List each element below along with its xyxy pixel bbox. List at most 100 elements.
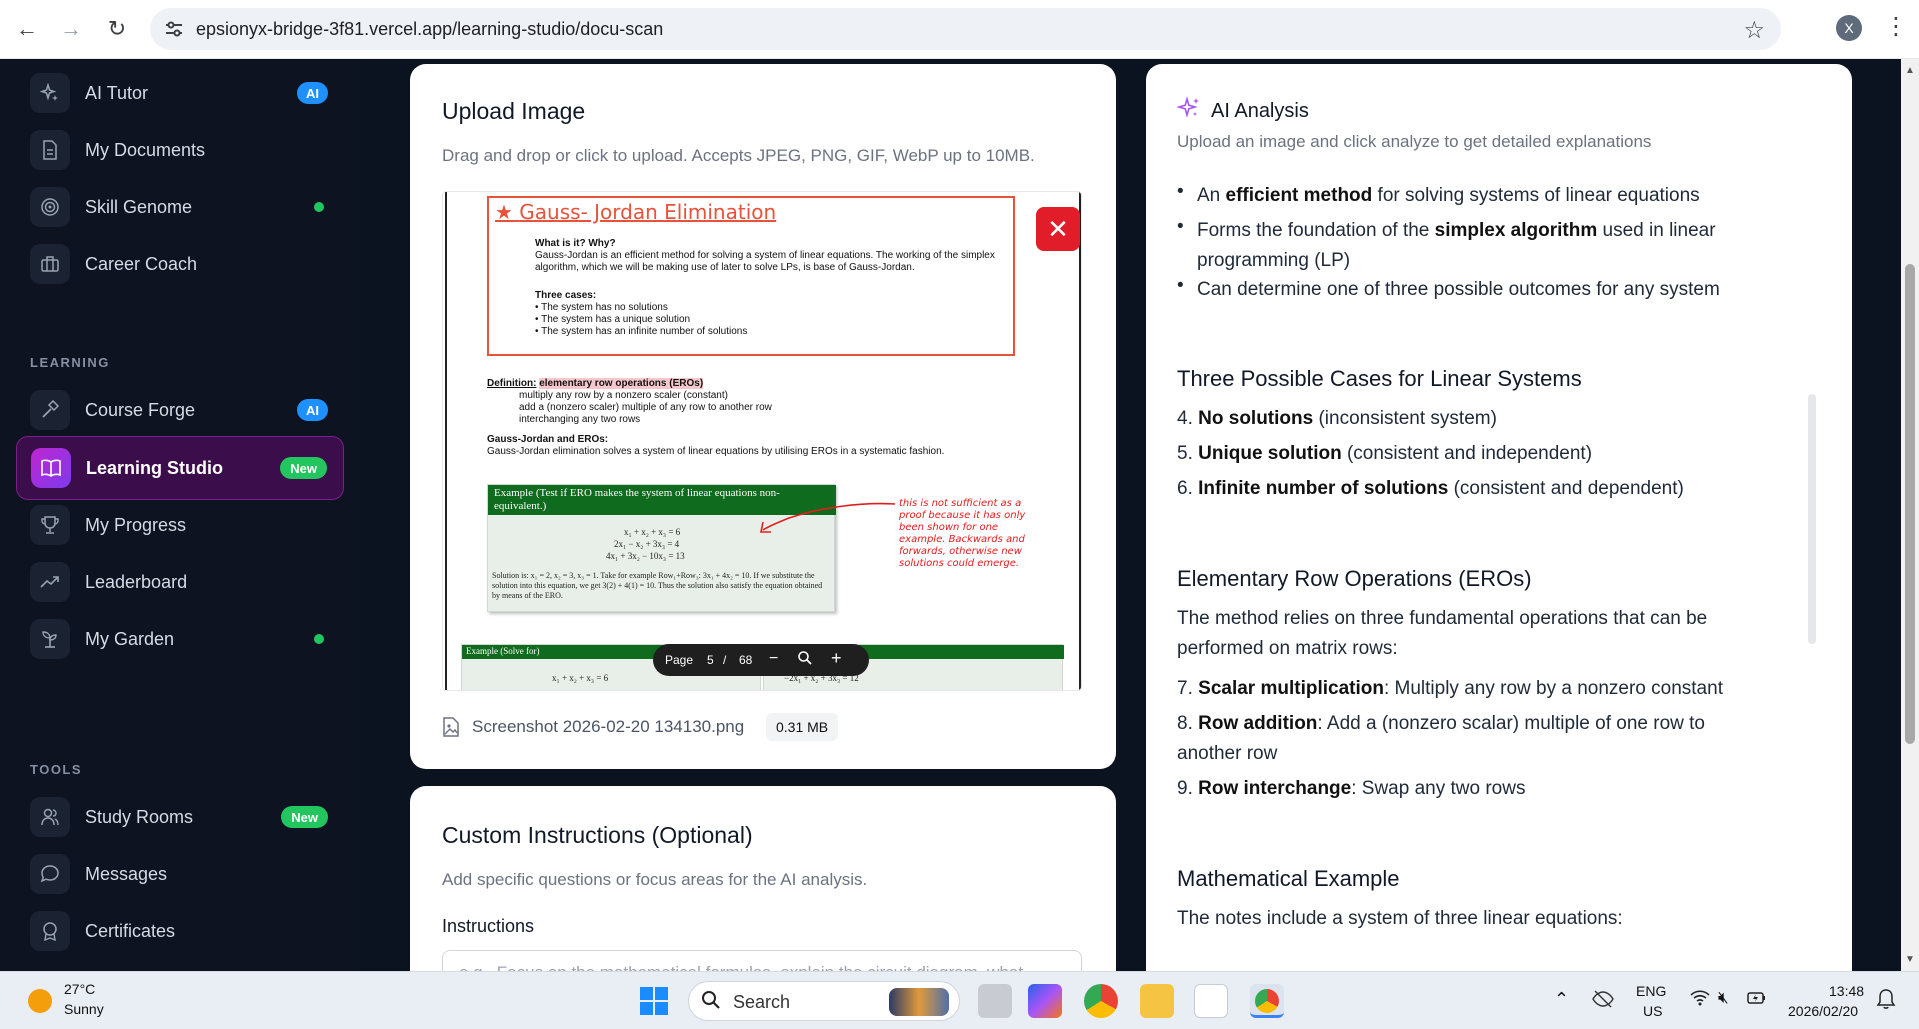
page-viewer-controls: Page 5 / 68 − + [653, 644, 869, 676]
weather-temp[interactable]: 27°C [64, 981, 95, 997]
file-name: Screenshot 2026-02-20 134130.png [472, 717, 745, 736]
clock-date[interactable]: 2026/02/20 [1788, 1003, 1858, 1019]
store-icon[interactable] [1194, 984, 1228, 1018]
scrollbar-thumb[interactable] [1905, 264, 1915, 744]
new-badge: New [280, 457, 327, 479]
ero-item: 7. Scalar multiplication: Multiply any r… [1177, 678, 1723, 699]
windows-start-icon[interactable] [640, 987, 668, 1015]
users-icon [30, 797, 70, 837]
search-icon [701, 990, 721, 1016]
sparkle-icon [30, 73, 70, 113]
reload-icon[interactable]: ↻ [102, 14, 132, 44]
copilot-icon[interactable] [1028, 984, 1062, 1018]
zoom-search-icon[interactable] [797, 650, 813, 669]
chrome-icon[interactable] [1084, 984, 1118, 1018]
zoom-out-icon[interactable]: − [769, 650, 778, 668]
sidebar-item-label: My Documents [85, 139, 206, 160]
profile-avatar[interactable]: X [1836, 15, 1862, 41]
status-dot [314, 634, 324, 644]
bookmark-star-icon[interactable]: ☆ [1743, 16, 1765, 45]
weather-condition[interactable]: Sunny [64, 1001, 104, 1017]
analysis-title: AI Analysis [1211, 100, 1309, 122]
sidebar-item-label: Skill Genome [85, 196, 193, 217]
sidebar-item-ai-tutor[interactable]: AI Tutor AI [16, 62, 344, 124]
ero-item: 9. Row interchange: Swap any two rows [1177, 778, 1526, 799]
address-bar[interactable]: epsionyx-bridge-3f81.vercel.app/learning… [150, 8, 1781, 50]
file-image-icon [443, 717, 459, 737]
chat-icon [30, 854, 70, 894]
analysis-bullet: Forms the foundation of the simplex algo… [1197, 220, 1716, 271]
language-code[interactable]: ENG [1636, 983, 1666, 999]
instructions-placeholder: e.g., Focus on the mathematical formulas… [459, 963, 1037, 971]
analysis-scrollbar[interactable] [1808, 394, 1816, 644]
hammer-icon [30, 390, 70, 430]
sidebar-item-my-progress[interactable]: My Progress [16, 494, 344, 556]
sidebar-item-label: Messages [85, 863, 168, 884]
sidebar-item-label: My Progress [85, 514, 187, 535]
custom-subtitle: Add specific questions or focus areas fo… [442, 870, 868, 889]
heading-cases: Three Possible Cases for Linear Systems [1177, 366, 1582, 391]
image-preview[interactable]: ★ Gauss- Jordan Elimination What is it? … [442, 191, 1082, 691]
section-label-learning: LEARNING [30, 355, 110, 370]
notification-bell-icon[interactable] [1876, 988, 1896, 1015]
task-view-icon[interactable] [978, 984, 1012, 1018]
back-icon[interactable]: ← [12, 14, 42, 44]
sidebar: AI Tutor AI My Documents Skill Genome Ca… [0, 59, 360, 971]
analysis-card: AI Analysis Upload an image and click an… [1146, 64, 1852, 971]
battery-icon[interactable] [1746, 988, 1768, 1013]
upload-title: Upload Image [442, 98, 586, 124]
heading-example: Mathematical Example [1177, 866, 1400, 891]
site-settings-icon[interactable] [164, 20, 184, 38]
briefcase-icon [30, 244, 70, 284]
sprout-icon [30, 619, 70, 659]
sidebar-item-label: Study Rooms [85, 806, 194, 827]
sidebar-item-certificates[interactable]: Certificates [16, 900, 344, 962]
case-item: 5. Unique solution (consistent and indep… [1177, 443, 1593, 464]
search-highlight-icon [889, 988, 949, 1016]
upload-subtitle: Drag and drop or click to upload. Accept… [442, 146, 1035, 165]
sidebar-item-messages[interactable]: Messages [16, 843, 344, 905]
scroll-up-icon[interactable]: ▲ [1905, 65, 1915, 76]
browser-menu-icon[interactable]: ⋮ [1884, 12, 1908, 41]
sun-icon[interactable] [28, 989, 52, 1013]
sidebar-item-course-forge[interactable]: Course Forge AI [16, 379, 344, 441]
search-placeholder: Search [733, 992, 791, 1012]
page-total: 68 [739, 653, 753, 667]
sidebar-item-leaderboard[interactable]: Leaderboard [16, 551, 344, 613]
analysis-subtitle: Upload an image and click analyze to get… [1177, 132, 1652, 151]
page-sep: / [723, 653, 727, 667]
file-explorer-icon[interactable] [1140, 984, 1174, 1018]
file-size-badge: 0.31 MB [766, 713, 839, 741]
taskbar-search[interactable]: Search [688, 981, 960, 1021]
sidebar-item-learning-studio[interactable]: Learning Studio New [16, 436, 344, 500]
doc-title: ★ Gauss- Jordan Elimination [495, 200, 777, 224]
sidebar-item-skill-genome[interactable]: Skill Genome [16, 176, 344, 238]
case-item: 4. No solutions (inconsistent system) [1177, 408, 1497, 429]
forward-icon[interactable]: → [56, 14, 86, 44]
ai-badge: AI [297, 399, 328, 421]
sidebar-item-label: Leaderboard [85, 571, 188, 592]
remove-image-button[interactable]: ✕ [1036, 207, 1080, 251]
upload-card: Upload Image Drag and drop or click to u… [410, 64, 1116, 769]
sidebar-item-study-rooms[interactable]: Study Rooms New [16, 786, 344, 848]
clock-time[interactable]: 13:48 [1829, 983, 1864, 999]
speaker-muted-icon[interactable]: 🔇︎ [1718, 988, 1729, 1008]
chrome-profile-icon[interactable] [1250, 984, 1284, 1018]
document-icon [30, 130, 70, 170]
trophy-icon [30, 505, 70, 545]
sidebar-item-my-garden[interactable]: My Garden [16, 608, 344, 670]
page-scrollbar[interactable]: ▲ ▼ [1901, 59, 1919, 971]
certificate-icon [30, 911, 70, 951]
region-code[interactable]: US [1643, 1003, 1662, 1019]
chevron-up-icon[interactable]: ⌃ [1554, 989, 1569, 1010]
instructions-textarea[interactable]: e.g., Focus on the mathematical formulas… [442, 950, 1082, 971]
wifi-icon[interactable] [1690, 990, 1710, 1011]
zoom-in-icon[interactable]: + [831, 648, 842, 669]
sidebar-item-career-coach[interactable]: Career Coach [16, 233, 344, 295]
scroll-down-icon[interactable]: ▼ [1905, 954, 1915, 965]
hidden-icons-icon[interactable] [1592, 990, 1614, 1011]
url-text[interactable]: epsionyx-bridge-3f81.vercel.app/learning… [196, 19, 663, 40]
sidebar-item-my-documents[interactable]: My Documents [16, 119, 344, 181]
analysis-bullet: An efficient method for solving systems … [1197, 185, 1700, 206]
instructions-label: Instructions [442, 916, 535, 936]
